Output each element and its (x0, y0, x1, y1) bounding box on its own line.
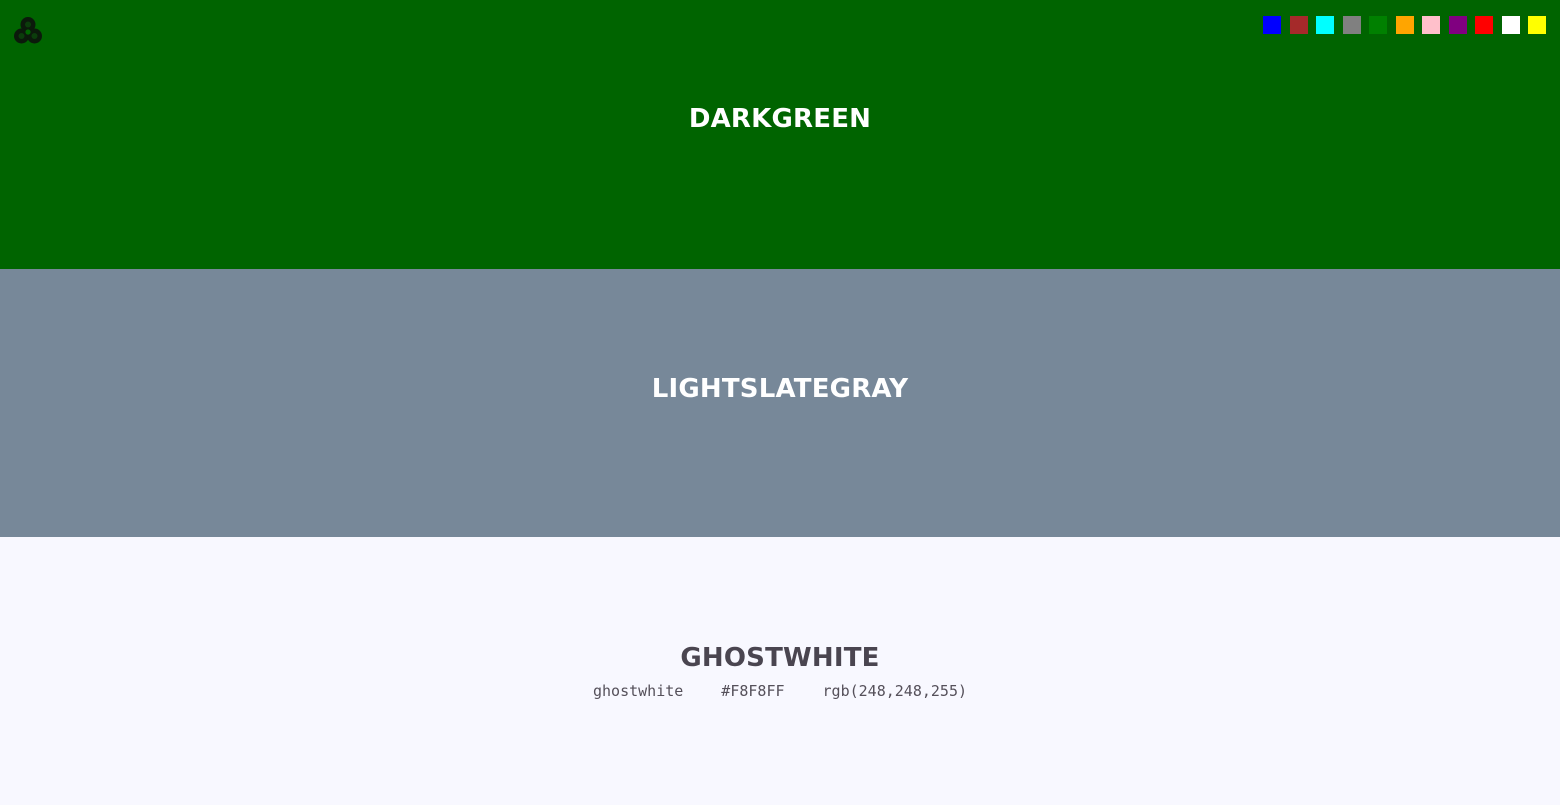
swatch-yellow[interactable] (1528, 16, 1546, 34)
swatch-red[interactable] (1475, 16, 1493, 34)
swatch-cyan[interactable] (1316, 16, 1334, 34)
swatch-pink[interactable] (1422, 16, 1440, 34)
swatch-purple[interactable] (1448, 16, 1467, 34)
swatch-blue[interactable] (1263, 16, 1281, 34)
color-band-title: GHOSTWHITE (680, 643, 880, 673)
color-hex-text: #F8F8FF (721, 682, 785, 700)
color-name-text: ghostwhite (592, 682, 684, 700)
trefoil-logo-icon[interactable] (12, 15, 44, 47)
color-rgb-text: rgb(248,248,255) (822, 682, 968, 700)
color-band-darkgreen[interactable]: DARKGREEN (0, 0, 1560, 269)
swatch-brown[interactable] (1289, 16, 1308, 34)
swatch-gray[interactable] (1342, 16, 1361, 34)
swatch-white[interactable] (1501, 16, 1520, 34)
color-band-title: DARKGREEN (688, 104, 872, 134)
color-band-lightslategray[interactable]: LIGHTSLATEGRAY (0, 269, 1560, 538)
color-swatch-bar (1263, 16, 1546, 34)
trefoil-logo-svg (14, 17, 42, 44)
color-page: DARKGREEN LIGHTSLATEGRAY GHOSTWHITE ghos… (0, 0, 1560, 805)
color-band-title: LIGHTSLATEGRAY (651, 374, 909, 404)
swatch-orange[interactable] (1395, 16, 1414, 34)
color-band-ghostwhite[interactable]: GHOSTWHITE ghostwhite #F8F8FF rgb(248,248,… (0, 537, 1560, 805)
color-info-row: ghostwhite #F8F8FF rgb(248,248,255) (0, 682, 1560, 700)
swatch-green[interactable] (1369, 16, 1387, 34)
